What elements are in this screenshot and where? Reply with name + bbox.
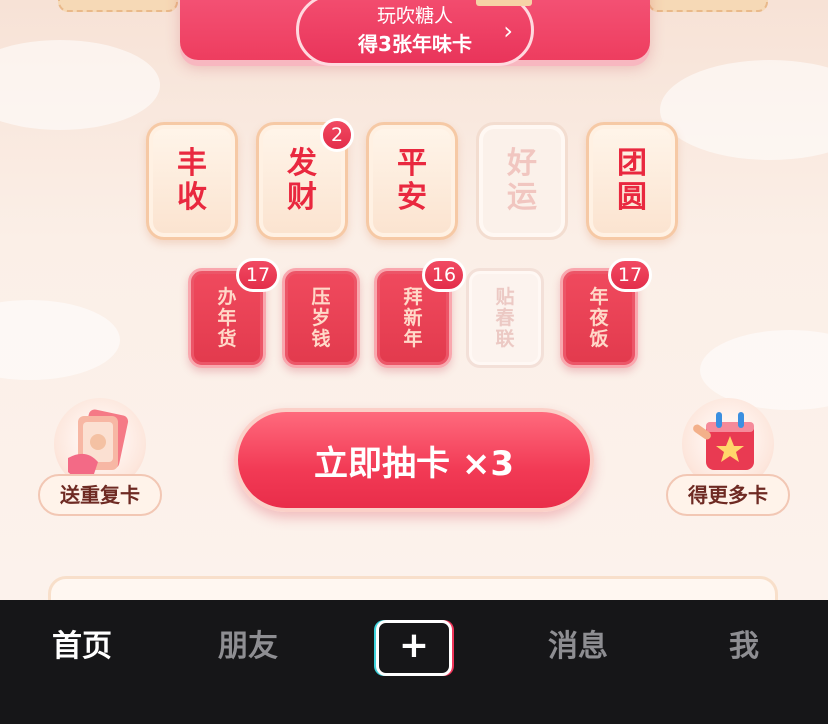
- card-char: 安: [397, 180, 427, 215]
- plus-icon: +: [376, 620, 452, 676]
- card-collection-page: 玩吹糖人 得3张年味卡 › 丰 收 发 财 2 平 安 好 运 团 圆 办 年 …: [0, 0, 828, 600]
- card-char: 拜: [403, 285, 423, 308]
- card-count-badge: 17: [236, 258, 280, 292]
- get-more-cards-button[interactable]: 得更多卡: [666, 398, 790, 518]
- card-char: 新: [403, 306, 423, 329]
- card-char: 联: [495, 327, 515, 350]
- card-char: 岁: [311, 306, 331, 329]
- card-char: 压: [311, 285, 331, 308]
- card-char: 年: [403, 327, 423, 350]
- banner-left-ribbon: [58, 0, 178, 12]
- card-char: 收: [177, 180, 207, 215]
- draw-card-button[interactable]: 立即抽卡 ×3: [234, 408, 594, 512]
- card-char: 平: [397, 146, 427, 181]
- card-char: 圆: [617, 180, 647, 215]
- card-count-badge: 2: [320, 118, 354, 152]
- card-count-badge: 16: [422, 258, 466, 292]
- card-tiechunlian[interactable]: 贴 春 联: [466, 268, 544, 368]
- chevron-right-icon: ›: [503, 17, 513, 45]
- banner-right-ribbon: [648, 0, 768, 12]
- tab-messages[interactable]: 消息: [528, 626, 628, 668]
- card-haoyun[interactable]: 好 运: [476, 122, 568, 240]
- card-fengshou[interactable]: 丰 收: [146, 122, 238, 240]
- tab-friends[interactable]: 朋友: [198, 626, 298, 668]
- card-pingan[interactable]: 平 安: [366, 122, 458, 240]
- card-char: 好: [507, 146, 537, 181]
- cloud-decoration: [0, 300, 120, 380]
- cloud-decoration: [0, 40, 160, 130]
- card-char: 货: [217, 327, 237, 350]
- task-panel: [48, 576, 778, 600]
- gift-duplicate-label: 送重复卡: [38, 474, 162, 516]
- tab-me[interactable]: 我: [694, 626, 794, 668]
- card-char: 贴: [495, 285, 515, 308]
- create-button[interactable]: +: [374, 620, 454, 676]
- game-reward: 得3张年味卡: [358, 32, 472, 56]
- tab-home[interactable]: 首页: [32, 626, 132, 668]
- get-more-label: 得更多卡: [666, 474, 790, 516]
- game-title: 玩吹糖人: [376, 5, 453, 27]
- card-char: 钱: [311, 327, 331, 350]
- gift-duplicate-card-button[interactable]: 送重复卡: [38, 398, 162, 518]
- card-char: 饭: [589, 327, 609, 350]
- card-char: 发: [287, 146, 317, 181]
- banner-tag: [476, 0, 532, 6]
- card-char: 财: [287, 180, 317, 215]
- card-char: 年: [217, 306, 237, 329]
- candy-game-button[interactable]: 玩吹糖人 得3张年味卡 ›: [296, 0, 534, 66]
- card-char: 年: [589, 285, 609, 308]
- card-yasuiqian[interactable]: 压 岁 钱: [282, 268, 360, 368]
- card-char: 团: [617, 146, 647, 181]
- cloud-decoration: [660, 60, 828, 160]
- card-char: 办: [217, 285, 237, 308]
- card-count-badge: 17: [608, 258, 652, 292]
- card-char: 夜: [589, 306, 609, 329]
- card-char: 运: [507, 180, 537, 215]
- card-char: 春: [495, 306, 515, 329]
- card-char: 丰: [177, 146, 207, 181]
- card-tuanyuan[interactable]: 团 圆: [586, 122, 678, 240]
